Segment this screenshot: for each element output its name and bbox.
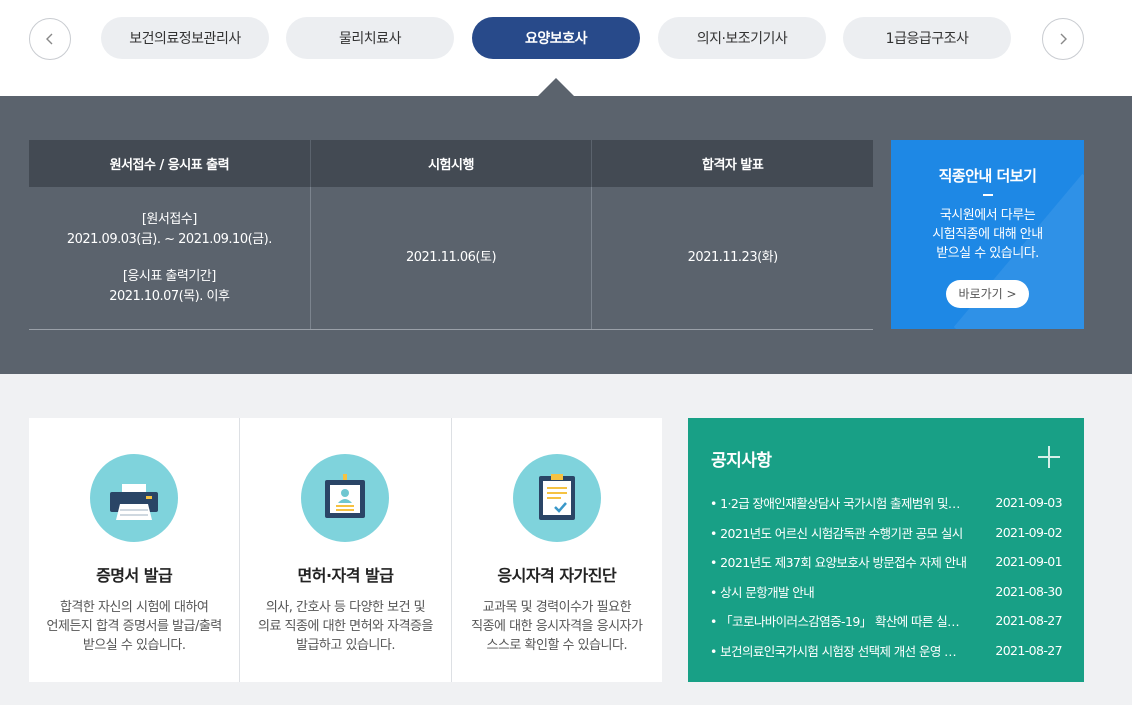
plus-icon[interactable] bbox=[1038, 446, 1060, 468]
notice-item-title: 보건의료인국가시험 시험장 선택제 개선 운영 … bbox=[710, 641, 992, 660]
card-desc-line: 합격한 자신의 시험에 대하여 bbox=[59, 600, 209, 615]
tab-health-info-manager[interactable]: 보건의료정보관리사 bbox=[101, 17, 269, 59]
card-eligibility-self-check[interactable]: 응시자격 자가진단 교과목 및 경력이수가 필요한 직종에 대한 응시자격을 응… bbox=[450, 418, 662, 682]
notice-item-title: 2021년도 제37회 요양보호사 방문접수 자제 안내 bbox=[710, 552, 992, 571]
go-shortcut-button[interactable]: 바로가기 > bbox=[946, 280, 1029, 308]
id-badge-icon bbox=[301, 454, 390, 542]
card-title: 면허·자격 발급 bbox=[297, 566, 394, 585]
card-desc: 합격한 자신의 시험에 대하여 언제든지 합격 증명서를 발급/출력 받으실 수… bbox=[29, 598, 239, 655]
tab-physical-therapist[interactable]: 물리치료사 bbox=[286, 17, 454, 59]
service-cards: 증명서 발급 합격한 자신의 시험에 대하여 언제든지 합격 증명서를 발급/출… bbox=[29, 418, 662, 682]
schedule-exam-cell: 2021.11.06(토) bbox=[309, 187, 592, 329]
card-license-issue[interactable]: 면허·자격 발급 의사, 간호사 등 다양한 보건 및 의료 직종에 대한 면허… bbox=[239, 418, 450, 682]
schedule-body-row: [원서접수] 2021.09.03(금). ~ 2021.09.10(금). [… bbox=[29, 187, 873, 330]
notice-board: 공지사항 1·2급 장애인재활상담사 국가시험 출제범위 및…2021-09-0… bbox=[688, 418, 1084, 682]
card-desc-line: 스스로 확인할 수 있습니다. bbox=[486, 638, 628, 653]
schedule-application-cell: [원서접수] 2021.09.03(금). ~ 2021.09.10(금). [… bbox=[29, 187, 310, 329]
chevron-right-icon[interactable] bbox=[1042, 18, 1084, 60]
notice-item[interactable]: 1·2급 장애인재활상담사 국가시험 출제범위 및…2021-09-03 bbox=[710, 488, 1062, 518]
job-info-title: 직종안내 더보기 bbox=[938, 167, 1037, 185]
clipboard-check-icon bbox=[512, 454, 601, 542]
notice-item[interactable]: 보건의료인국가시험 시험장 선택제 개선 운영 …2021-08-27 bbox=[710, 636, 1062, 666]
application-period: 2021.09.03(금). ~ 2021.09.10(금). bbox=[66, 231, 273, 247]
notice-list: 1·2급 장애인재활상담사 국가시험 출제범위 및…2021-09-03 202… bbox=[710, 488, 1062, 665]
notice-item-date: 2021-08-27 bbox=[995, 642, 1062, 658]
job-info-more-box: 직종안내 더보기 국시원에서 다루는 시험직종에 대해 안내 받으실 수 있습니… bbox=[891, 140, 1084, 329]
chevron-left-icon[interactable] bbox=[29, 18, 71, 60]
notice-item-date: 2021-09-02 bbox=[995, 524, 1062, 540]
card-desc-line: 언제든지 합격 증명서를 발급/출력 bbox=[46, 619, 223, 634]
exam-schedule-table: 원서접수 / 응시표 출력 시험시행 합격자 발표 [원서접수] 2021.09… bbox=[29, 140, 873, 330]
printer-icon bbox=[90, 454, 179, 542]
schedule-result-cell: 2021.11.23(화) bbox=[591, 187, 873, 329]
notice-title: 공지사항 bbox=[711, 451, 772, 471]
notice-item[interactable]: 2021년도 어르신 시험감독관 수행기관 공모 실시2021-09-02 bbox=[710, 518, 1062, 548]
notice-item-date: 2021-09-01 bbox=[995, 554, 1062, 570]
result-date: 2021.11.23(화) bbox=[687, 250, 779, 265]
schedule-header-result: 합격자 발표 bbox=[591, 140, 873, 187]
notice-item-title: 1·2급 장애인재활상담사 국가시험 출제범위 및… bbox=[710, 493, 992, 512]
notice-item-title: 상시 문항개발 안내 bbox=[710, 582, 992, 601]
notice-item-title: 2021년도 어르신 시험감독관 수행기관 공모 실시 bbox=[710, 523, 992, 542]
print-period: 2021.10.07(목). 이후 bbox=[109, 288, 230, 304]
card-desc-line: 의료 직종에 대한 면허와 자격증을 bbox=[258, 619, 433, 634]
card-certificate-issue[interactable]: 증명서 발급 합격한 자신의 시험에 대하여 언제든지 합격 증명서를 발급/출… bbox=[29, 418, 239, 682]
notice-item-date: 2021-08-30 bbox=[995, 583, 1062, 599]
exam-schedule-section: 원서접수 / 응시표 출력 시험시행 합격자 발표 [원서접수] 2021.09… bbox=[0, 96, 1132, 374]
tab-care-worker[interactable]: 요양보호사 bbox=[472, 17, 640, 59]
card-desc-line: 발급하고 있습니다. bbox=[296, 638, 395, 653]
notice-item[interactable]: 2021년도 제37회 요양보호사 방문접수 자제 안내2021-09-01 bbox=[710, 547, 1062, 577]
card-desc-line: 교과목 및 경력이수가 필요한 bbox=[482, 600, 632, 615]
schedule-header-exam: 시험시행 bbox=[309, 140, 592, 187]
notice-item-date: 2021-09-03 bbox=[995, 495, 1062, 511]
notice-item[interactable]: 상시 문항개발 안내2021-08-30 bbox=[710, 577, 1062, 607]
notice-item-date: 2021-08-27 bbox=[995, 613, 1062, 629]
application-label: [원서접수] bbox=[141, 211, 197, 227]
active-tab-pointer bbox=[537, 78, 575, 97]
card-desc-line: 받으실 수 있습니다. bbox=[82, 638, 186, 653]
notice-item-title: 「코로나바이러스감염증-19」 확산에 따른 실… bbox=[710, 611, 992, 630]
card-desc-line: 의사, 간호사 등 다양한 보건 및 bbox=[265, 600, 426, 615]
card-desc: 교과목 및 경력이수가 필요한 직종에 대한 응시자격을 응시자가 스스로 확인… bbox=[452, 598, 662, 655]
card-title: 응시자격 자가진단 bbox=[497, 566, 617, 585]
job-tab-bar: 보건의료정보관리사 물리치료사 요양보호사 의지·보조기기사 1급응급구조사 bbox=[0, 0, 1132, 97]
notice-item[interactable]: 「코로나바이러스감염증-19」 확산에 따른 실…2021-08-27 bbox=[710, 606, 1062, 636]
print-label: [응시표 출력기간] bbox=[122, 268, 217, 284]
card-desc-line: 직종에 대한 응시자격을 응시자가 bbox=[471, 619, 643, 634]
exam-date: 2021.11.06(토) bbox=[405, 250, 497, 265]
schedule-header-row: 원서접수 / 응시표 출력 시험시행 합격자 발표 bbox=[29, 140, 873, 187]
card-title: 증명서 발급 bbox=[96, 566, 173, 585]
schedule-header-application: 원서접수 / 응시표 출력 bbox=[109, 158, 230, 173]
tab-emergency-medical-technician[interactable]: 1급응급구조사 bbox=[843, 17, 1011, 59]
card-desc: 의사, 간호사 등 다양한 보건 및 의료 직종에 대한 면허와 자격증을 발급… bbox=[240, 598, 450, 655]
tab-prosthetist[interactable]: 의지·보조기기사 bbox=[658, 17, 826, 59]
